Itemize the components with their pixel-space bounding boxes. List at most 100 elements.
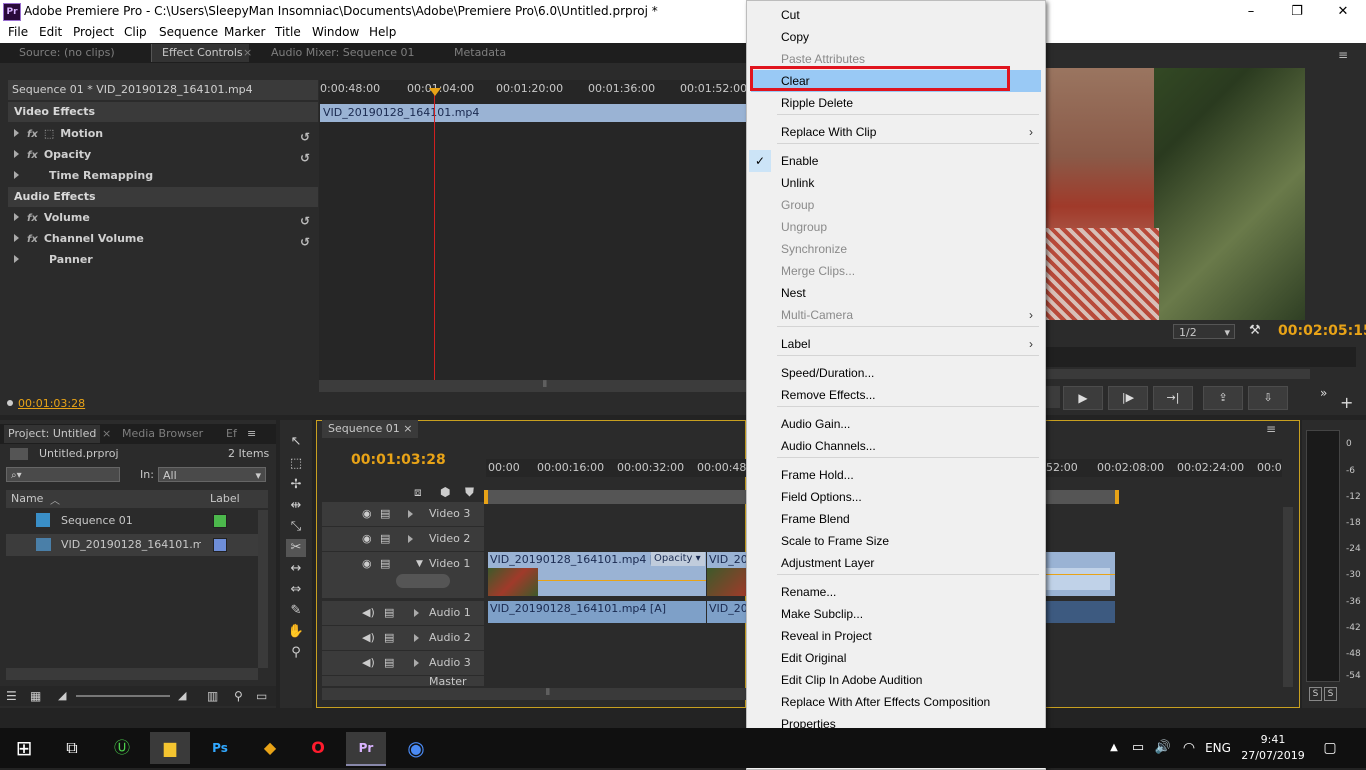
keyframe-navigator[interactable] bbox=[396, 574, 450, 588]
zoom-in-icon[interactable]: ◢ bbox=[178, 689, 186, 702]
video-clip-v-2[interactable]: VID_20 bbox=[707, 552, 746, 596]
pen-tool-icon[interactable]: ✎ bbox=[286, 602, 306, 620]
tab-effects[interactable]: Ef bbox=[226, 425, 237, 443]
marker-icon[interactable]: ⬢ bbox=[440, 485, 450, 499]
effect-row-channel-volume[interactable]: fx Channel Volume ↺ bbox=[8, 229, 318, 249]
reset-icon[interactable]: ↺ bbox=[300, 211, 310, 231]
tab-close[interactable]: × bbox=[403, 422, 412, 435]
tab-media-browser[interactable]: Media Browser bbox=[122, 425, 203, 443]
menu-item-remove-effects[interactable]: Remove Effects... bbox=[747, 384, 1045, 406]
tab-audio-mixer[interactable]: Audio Mixer: Sequence 01 bbox=[271, 44, 415, 62]
menu-project[interactable]: Project bbox=[73, 25, 114, 39]
audio-clip-a[interactable]: VID_20190128_164101.mp4 [A] bbox=[488, 601, 706, 623]
menu-item-field-options[interactable]: Field Options... bbox=[747, 486, 1045, 508]
close-button[interactable]: ✕ bbox=[1320, 0, 1366, 23]
tab-source[interactable]: Source: (no clips) bbox=[19, 44, 115, 62]
menu-help[interactable]: Help bbox=[369, 25, 396, 39]
menu-item-clear[interactable]: Clear bbox=[751, 70, 1041, 92]
timeline-timecode[interactable]: 00:01:03:28 bbox=[351, 452, 446, 468]
track-audio-2[interactable]: ◀) ▤ Audio 2 bbox=[322, 626, 484, 650]
project-search-input[interactable]: ⌕▾ bbox=[6, 467, 120, 482]
menu-item-replace-with-after-effects-composition[interactable]: Replace With After Effects Composition bbox=[747, 691, 1045, 713]
selection-tool-icon[interactable]: ↖ bbox=[286, 433, 306, 451]
fx-icon[interactable]: fx bbox=[27, 213, 38, 224]
speaker-icon[interactable]: ◀) bbox=[362, 626, 375, 650]
rolling-edit-tool-icon[interactable]: ⇹ bbox=[286, 497, 306, 515]
add-button-icon[interactable]: + bbox=[1340, 393, 1353, 412]
effect-row-panner[interactable]: Panner bbox=[8, 250, 318, 270]
expand-triangle-icon[interactable] bbox=[14, 171, 19, 179]
film-icon[interactable]: ▤ bbox=[380, 552, 390, 576]
solo-left-button[interactable]: S bbox=[1309, 687, 1322, 701]
speaker-icon[interactable]: ◀) bbox=[362, 651, 375, 675]
tab-effect-controls[interactable]: Effect Controls bbox=[151, 44, 249, 62]
timeline-hscrollbar[interactable]: ⫴ bbox=[322, 688, 746, 700]
fx-icon[interactable]: fx bbox=[27, 234, 38, 245]
find-icon[interactable]: ⚲ bbox=[234, 689, 243, 703]
menu-item-speed-duration[interactable]: Speed/Duration... bbox=[747, 362, 1045, 384]
menu-title[interactable]: Title bbox=[275, 25, 301, 39]
menu-item-rename[interactable]: Rename... bbox=[747, 581, 1045, 603]
menu-file[interactable]: File bbox=[8, 25, 28, 39]
video-clip-v-tail[interactable] bbox=[1044, 552, 1115, 596]
ec-timecode[interactable]: 00:01:03:28 bbox=[18, 397, 85, 410]
extract-button[interactable]: ⇩ bbox=[1248, 386, 1288, 410]
menu-item-audio-gain[interactable]: Audio Gain... bbox=[747, 413, 1045, 435]
track-audio-1[interactable]: ◀) ▤ Audio 1 bbox=[322, 601, 484, 625]
slip-tool-icon[interactable]: ↔ bbox=[286, 560, 306, 578]
expand-triangle-icon[interactable] bbox=[414, 659, 419, 667]
menu-item-nest[interactable]: Nest bbox=[747, 282, 1045, 304]
film-icon[interactable]: ▤ bbox=[380, 502, 390, 526]
ec-clip-bar[interactable]: VID_20190128_164101.mp4 bbox=[320, 104, 746, 122]
menu-item-replace-with-clip[interactable]: Replace With Clip › bbox=[747, 121, 1045, 143]
rate-stretch-tool-icon[interactable]: ⤡ bbox=[286, 518, 306, 536]
work-area-end-handle[interactable] bbox=[1115, 490, 1119, 504]
tab-close[interactable]: × bbox=[102, 425, 111, 443]
track-video-2[interactable]: ◉ ▤ Video 2 bbox=[322, 527, 484, 551]
expand-triangle-icon[interactable] bbox=[408, 535, 413, 543]
battery-icon[interactable]: ▭ bbox=[1128, 732, 1148, 764]
premiere-taskbar-icon[interactable]: Pr bbox=[346, 732, 386, 766]
windows-start-icon[interactable]: ⊞ bbox=[4, 732, 44, 764]
menu-item-reveal-in-project[interactable]: Reveal in Project bbox=[747, 625, 1045, 647]
program-timecode[interactable]: 00:02:05:15 bbox=[1278, 323, 1366, 339]
track-select-tool-icon[interactable]: ⬚ bbox=[286, 455, 306, 473]
effect-row-time-remapping[interactable]: Time Remapping bbox=[8, 166, 318, 186]
opacity-dropdown[interactable]: Opacity ▾ bbox=[651, 552, 705, 566]
track-master[interactable]: Master bbox=[322, 676, 484, 686]
effect-controls-timeline[interactable] bbox=[319, 80, 746, 380]
ec-playhead[interactable] bbox=[434, 88, 435, 380]
slide-tool-icon[interactable]: ⇔ bbox=[286, 581, 306, 599]
expand-triangle-icon[interactable] bbox=[14, 150, 19, 158]
menu-item-frame-blend[interactable]: Frame Blend bbox=[747, 508, 1045, 530]
expand-triangle-icon[interactable] bbox=[14, 255, 19, 263]
taskbar-clock-date[interactable]: 27/07/2019 bbox=[1241, 749, 1305, 762]
lift-button[interactable]: ⇪ bbox=[1203, 386, 1243, 410]
minimize-button[interactable]: – bbox=[1228, 0, 1274, 23]
scale-select[interactable]: 1/2 ▾ bbox=[1173, 324, 1235, 339]
menu-item-scale-to-frame-size[interactable]: Scale to Frame Size bbox=[747, 530, 1045, 552]
razor-tool-icon[interactable]: ✂ bbox=[286, 539, 306, 557]
speaker-icon[interactable]: ◀) bbox=[362, 601, 375, 625]
menu-window[interactable]: Window bbox=[312, 25, 359, 39]
volume-icon[interactable]: 🔊 bbox=[1152, 732, 1174, 764]
collapse-triangle-icon[interactable]: ▼ bbox=[416, 552, 423, 576]
panel-menu-icon[interactable]: ≡ bbox=[1338, 48, 1348, 62]
transport-button[interactable] bbox=[1044, 386, 1060, 408]
project-item-video[interactable]: VID_20190128_164101.mp4 bbox=[6, 534, 258, 556]
add-marker-icon[interactable]: ⛊ bbox=[465, 485, 474, 500]
menu-item-make-subclip[interactable]: Make Subclip... bbox=[747, 603, 1045, 625]
menu-item-cut[interactable]: Cut bbox=[747, 4, 1045, 26]
zoom-out-icon[interactable]: ◢ bbox=[58, 689, 66, 702]
eye-icon[interactable]: ◉ bbox=[362, 527, 372, 551]
film-icon[interactable]: ▤ bbox=[384, 626, 394, 650]
effect-row-opacity[interactable]: fx Opacity ↺ bbox=[8, 145, 318, 165]
tray-chevron-up-icon[interactable]: ▲ bbox=[1104, 732, 1124, 764]
app-diamond-icon[interactable]: ◆ bbox=[250, 732, 290, 764]
panel-menu-icon[interactable]: ≡ bbox=[1266, 422, 1276, 436]
reset-icon[interactable]: ↺ bbox=[300, 127, 310, 147]
in-filter-select[interactable]: All ▾ bbox=[158, 467, 266, 482]
menu-item-copy[interactable]: Copy bbox=[747, 26, 1045, 48]
film-icon[interactable]: ▤ bbox=[384, 601, 394, 625]
fx-icon[interactable]: fx bbox=[27, 150, 38, 161]
